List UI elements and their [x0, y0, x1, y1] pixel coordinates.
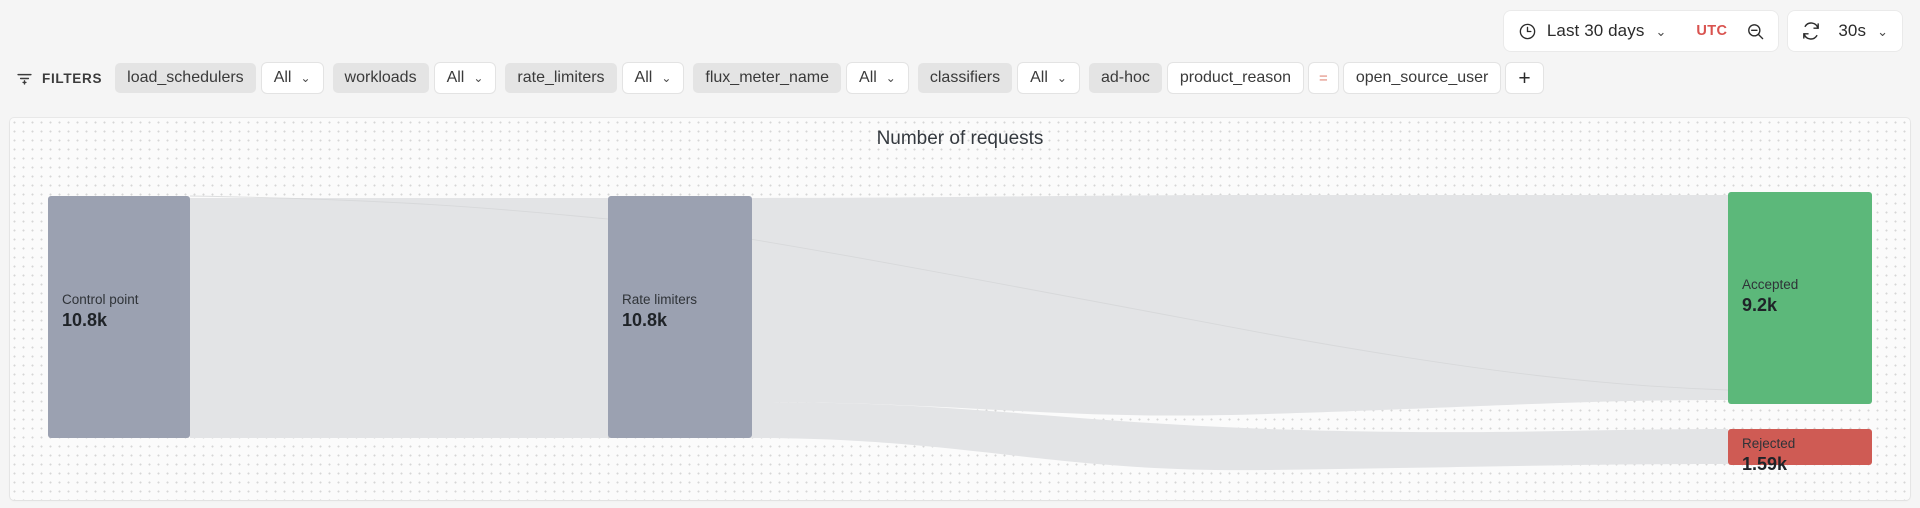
- filters-text: FILTERS: [42, 70, 103, 86]
- filter-value-text: All: [859, 69, 877, 86]
- chevron-down-icon: ⌄: [661, 71, 672, 85]
- filter-group-adhoc: ad-hoc product_reason = open_source_user…: [1088, 63, 1543, 93]
- filter-key-rate-limiters[interactable]: rate_limiters: [505, 63, 617, 93]
- time-range-label: Last 30 days: [1546, 21, 1645, 40]
- time-range-picker[interactable]: Last 30 days ⌄: [1510, 15, 1675, 47]
- zoom-out-button[interactable]: [1739, 15, 1772, 47]
- timezone-label: UTC: [1696, 23, 1728, 39]
- top-toolbar: Last 30 days ⌄ UTC 30s ⌄: [0, 0, 1920, 62]
- clock-icon: [1518, 22, 1537, 41]
- chevron-down-icon: ⌄: [1877, 23, 1888, 39]
- adhoc-label[interactable]: ad-hoc: [1088, 63, 1162, 93]
- refresh-icon: [1801, 21, 1821, 41]
- filter-value-text: All: [273, 69, 292, 86]
- filter-group-load-schedulers: load_schedulers All ⌄: [115, 63, 323, 93]
- refresh-interval-label: 30s: [1838, 21, 1867, 40]
- filters-label: FILTERS: [16, 70, 102, 87]
- chart-panel: Number of requests Control point 10.8k R…: [10, 118, 1910, 500]
- filter-group-flux-meter-name: flux_meter_name All ⌄: [693, 63, 908, 93]
- filter-icon: [16, 70, 33, 87]
- sankey-node-label-control-point: Control point: [62, 292, 139, 307]
- filter-value-load-schedulers[interactable]: All ⌄: [261, 63, 323, 93]
- chevron-down-icon: ⌄: [1056, 71, 1067, 85]
- filter-value-text: All: [446, 69, 465, 86]
- filter-group-rate-limiters: rate_limiters All ⌄: [505, 63, 684, 93]
- sankey-link-control-point-to-rate-limiters[interactable]: [190, 198, 608, 438]
- zoom-out-icon: [1746, 22, 1765, 41]
- refresh-interval-picker[interactable]: 30s ⌄: [1828, 15, 1896, 47]
- filter-value-classifiers[interactable]: All ⌄: [1018, 63, 1079, 93]
- filter-value-flux-meter-name[interactable]: All ⌄: [847, 63, 908, 93]
- refresh-controls-group: 30s ⌄: [1788, 11, 1902, 51]
- adhoc-operator[interactable]: =: [1309, 63, 1338, 93]
- chevron-down-icon: ⌄: [473, 71, 484, 85]
- sankey-node-value-rejected: 1.59k: [1742, 454, 1788, 474]
- time-controls-group: Last 30 days ⌄ UTC: [1503, 11, 1779, 51]
- adhoc-field[interactable]: product_reason: [1167, 63, 1304, 93]
- filters-bar: FILTERS load_schedulers All ⌄ workloads …: [0, 58, 1920, 98]
- sankey-node-label-accepted: Accepted: [1742, 277, 1798, 292]
- filter-key-classifiers[interactable]: classifiers: [917, 63, 1013, 93]
- adhoc-value[interactable]: open_source_user: [1343, 63, 1501, 93]
- timezone-button[interactable]: UTC: [1674, 15, 1739, 47]
- filter-value-workloads[interactable]: All ⌄: [434, 63, 496, 93]
- refresh-button[interactable]: [1794, 15, 1828, 47]
- sankey-links: [189, 195, 1729, 471]
- sankey-node-value-accepted: 9.2k: [1742, 295, 1778, 315]
- sankey-node-value-rate-limiters: 10.8k: [622, 310, 668, 330]
- chevron-down-icon: ⌄: [885, 71, 896, 85]
- filter-key-workloads[interactable]: workloads: [332, 63, 429, 93]
- sankey-chart: Control point 10.8k Rate limiters 10.8k …: [48, 192, 1872, 474]
- filter-value-text: All: [1030, 69, 1048, 86]
- sankey-node-label-rejected: Rejected: [1742, 436, 1795, 451]
- chevron-down-icon: ⌄: [1655, 23, 1667, 39]
- sankey-link-rate-limiters-to-accepted[interactable]: [752, 195, 1728, 416]
- app-root: Last 30 days ⌄ UTC 30s ⌄ FILTERS load_sc…: [0, 0, 1920, 508]
- filter-value-rate-limiters[interactable]: All ⌄: [622, 63, 684, 93]
- filter-key-flux-meter-name[interactable]: flux_meter_name: [693, 63, 842, 93]
- filter-value-text: All: [634, 69, 653, 86]
- filter-key-load-schedulers[interactable]: load_schedulers: [115, 63, 256, 93]
- filter-group-classifiers: classifiers All ⌄: [917, 63, 1079, 93]
- chevron-down-icon: ⌄: [300, 71, 311, 85]
- sankey-node-label-rate-limiters: Rate limiters: [622, 292, 697, 307]
- add-filter-button[interactable]: +: [1506, 63, 1543, 93]
- sankey-node-value-control-point: 10.8k: [62, 310, 108, 330]
- filter-group-workloads: workloads All ⌄: [332, 63, 496, 93]
